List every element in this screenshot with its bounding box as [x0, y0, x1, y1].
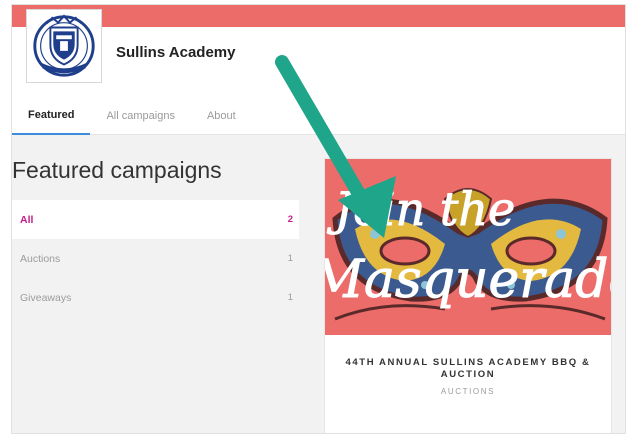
filter-count: 2: [287, 214, 293, 225]
image-text-line2: Masquerade: [325, 250, 611, 310]
filter-count: 1: [287, 253, 293, 264]
campaign-image[interactable]: Join the Masquerade: [325, 159, 611, 335]
org-header: Sullins Academy Featured All campaigns A…: [12, 9, 625, 135]
filter-label: Auctions: [20, 252, 61, 265]
filter-label: Giveaways: [20, 291, 72, 304]
campaign-card[interactable]: Join the Masquerade 44TH ANNUAL SULLINS …: [324, 158, 612, 433]
filter-auctions[interactable]: Auctions 1: [12, 239, 299, 278]
header-banner: [12, 5, 625, 27]
filter-count: 1: [287, 292, 293, 303]
category-filter-list: All 2 Auctions 1 Giveaways 1: [12, 200, 299, 317]
org-name[interactable]: Sullins Academy: [116, 44, 236, 61]
filter-giveaways[interactable]: Giveaways 1: [12, 278, 299, 317]
tab-about[interactable]: About: [191, 97, 252, 135]
tab-bar: Featured All campaigns About: [12, 97, 252, 135]
filter-all[interactable]: All 2: [12, 200, 299, 239]
tab-all-campaigns[interactable]: All campaigns: [90, 97, 190, 135]
campaign-category: AUCTIONS: [440, 387, 496, 396]
crest-logo-icon[interactable]: [26, 9, 102, 83]
image-text-line1: Join the: [327, 182, 515, 236]
filter-label: All: [20, 213, 34, 226]
campaign-title[interactable]: 44TH ANNUAL SULLINS ACADEMY BBQ & AUCTIO…: [325, 357, 611, 381]
campaign-page: Sullins Academy Featured All campaigns A…: [11, 4, 626, 434]
section-title: Featured campaigns: [12, 157, 222, 183]
tab-featured[interactable]: Featured: [12, 97, 91, 135]
